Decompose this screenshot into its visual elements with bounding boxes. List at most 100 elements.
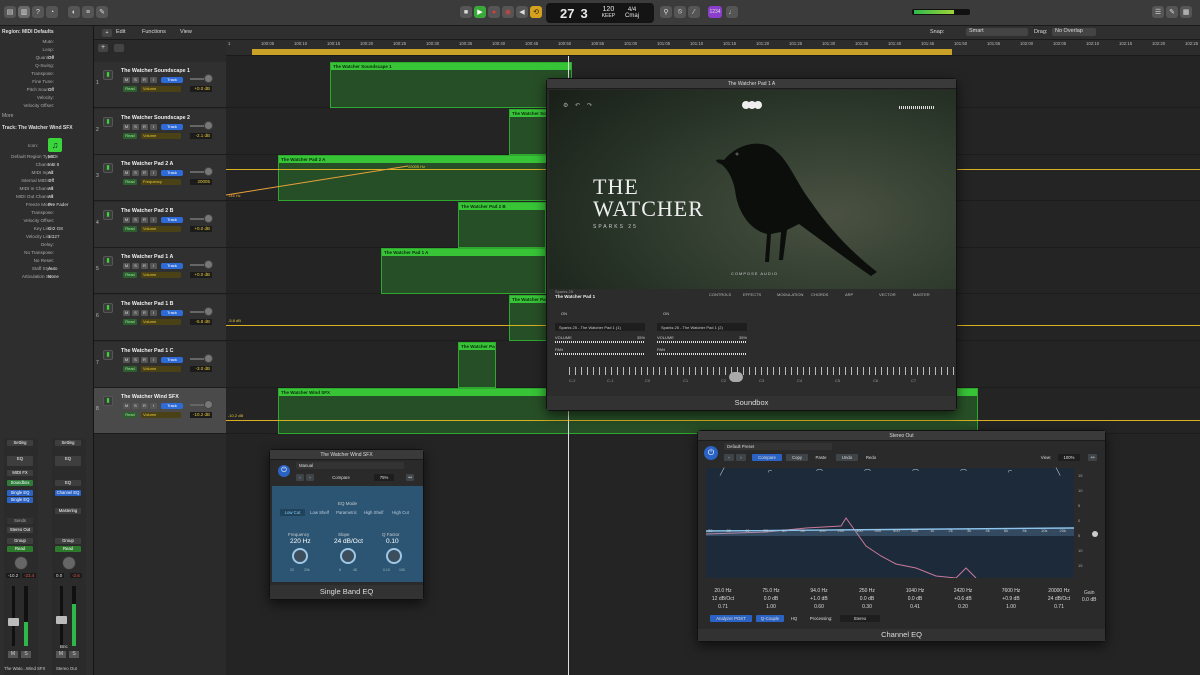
band-gain[interactable]: +0.6 dB	[948, 596, 978, 602]
cycle-range[interactable]	[252, 49, 952, 55]
band-gain[interactable]: 0.0 dB	[852, 596, 882, 602]
capture-record-button[interactable]: ◉	[502, 6, 514, 18]
automation-parameter[interactable]: Frequency	[141, 179, 181, 186]
track-param-row[interactable]: MIDI Out Channel: All	[0, 194, 92, 201]
mixer-icon[interactable]: ≡	[82, 6, 94, 18]
analyzer-button[interactable]: Analyzer POST	[710, 615, 752, 622]
more-toggle[interactable]: More	[2, 113, 13, 119]
audio-fx-slot-2[interactable]: Single EQ	[7, 497, 33, 503]
param-value[interactable]: MIDI	[48, 154, 58, 159]
track-s-button[interactable]: S	[132, 216, 139, 223]
output-slot[interactable]: Stereo Out	[7, 527, 33, 533]
band-gain[interactable]: 0.0 dB	[900, 596, 930, 602]
window-title[interactable]: Stereo Out	[698, 431, 1105, 441]
record-button[interactable]: ●	[488, 6, 500, 18]
window-title[interactable]: The Watcher Wind SFX	[270, 450, 423, 460]
midi-region[interactable]: The Watcher Pad 1 A	[381, 248, 546, 295]
eq-mode-low-cut[interactable]: Low Cut	[280, 509, 305, 516]
settings-icon[interactable]: ⚙	[563, 102, 568, 109]
layer-a-on[interactable]: ON	[561, 311, 567, 316]
layer-a-volume-slider[interactable]	[555, 341, 645, 343]
pan-knob[interactable]	[204, 213, 213, 223]
q-couple-button[interactable]: Q-Couple	[756, 615, 784, 622]
track-button[interactable]: Track	[161, 77, 183, 83]
audio-fx-slot-1[interactable]: Channel EQ	[55, 490, 81, 496]
band-gain[interactable]: 12 dB/Oct	[708, 596, 738, 602]
track-r-button[interactable]: R	[141, 310, 148, 316]
keyboard-range[interactable]	[569, 367, 954, 375]
frequency-value[interactable]: 220 Hz	[290, 538, 311, 545]
track-param-row[interactable]: Transpose:	[0, 210, 92, 217]
pan-knob[interactable]	[14, 556, 28, 570]
band-frequency[interactable]: 20000 Hz	[1044, 588, 1074, 594]
frequency-knob[interactable]	[292, 548, 308, 564]
band-frequency[interactable]: 1040 Hz	[900, 588, 930, 594]
eq-thumbnail[interactable]: EQ	[55, 456, 81, 466]
q-factor-knob[interactable]	[386, 548, 402, 564]
band-gain[interactable]: +0.9 dB	[996, 596, 1026, 602]
track-param-row[interactable]: Staff Style: Auto	[0, 266, 92, 273]
automation-read[interactable]: Read	[7, 546, 33, 552]
automation-parameter[interactable]: Volume	[141, 225, 181, 232]
track-s-button[interactable]: S	[132, 77, 139, 83]
band-q[interactable]: 0.20	[948, 604, 978, 610]
track-m-button[interactable]: M	[123, 216, 130, 223]
band-1-toggle-icon[interactable]: ╱	[720, 468, 724, 476]
param-value[interactable]: 1 127	[48, 234, 60, 239]
previous-preset-icon[interactable]: ‹	[724, 454, 734, 461]
track-i-button[interactable]: I	[150, 170, 157, 177]
setting-button[interactable]: Setting	[55, 440, 81, 446]
previous-preset-icon[interactable]: ‹	[296, 474, 304, 481]
band-q[interactable]: 0.41	[900, 604, 930, 610]
track-button[interactable]: Track	[161, 310, 183, 316]
automation-parameter[interactable]: Volume	[141, 412, 181, 419]
quick-help-icon[interactable]: ?	[32, 6, 44, 18]
band-q[interactable]: 0.30	[852, 604, 882, 610]
track-name[interactable]: The Watcher Pad 1 C	[121, 348, 174, 354]
track-m-button[interactable]: M	[123, 77, 130, 83]
region-param-row[interactable]: Velocity:	[0, 95, 92, 102]
hq-button[interactable]: HQ	[788, 615, 800, 622]
midi-fx-slot[interactable]: MIDI FX	[7, 470, 33, 476]
track-header[interactable]: 6 ▮ The Watcher Pad 1 B M S R I Track Read Volume…	[94, 295, 226, 341]
track-m-button[interactable]: M	[123, 123, 130, 130]
automation-value[interactable]: +0.0 dB	[190, 272, 212, 279]
track-s-button[interactable]: S	[132, 403, 139, 410]
power-icon[interactable]: ⏻	[704, 446, 718, 460]
next-preset-icon[interactable]: ›	[736, 454, 746, 461]
band-frequency[interactable]: 2420 Hz	[948, 588, 978, 594]
track-m-button[interactable]: M	[123, 356, 130, 363]
audio-fx-slot-1[interactable]: Single EQ	[7, 490, 33, 496]
track-s-button[interactable]: S	[132, 356, 139, 363]
band-gain[interactable]: +1.0 dB	[804, 596, 834, 602]
track-param-row[interactable]: MIDI Input: All	[0, 170, 92, 177]
group-slot[interactable]: Group	[7, 538, 33, 544]
region-param-row[interactable]: Pitch Source: Off	[0, 87, 92, 94]
stop-icon[interactable]: ■	[460, 6, 472, 18]
band-6-toggle-icon[interactable]: ⌒	[960, 468, 967, 478]
track-i-button[interactable]: I	[150, 263, 157, 270]
track-name[interactable]: The Watcher Soundscape 2	[121, 115, 190, 121]
track-r-button[interactable]: R	[141, 123, 148, 130]
slope-knob[interactable]	[340, 548, 356, 564]
track-param-row[interactable]: No Reset:	[0, 258, 92, 265]
volume-fader[interactable]	[56, 616, 67, 624]
track-header[interactable]: 1 ▮ The Watcher Soundscape 1 M S R I Track Read V…	[94, 62, 226, 108]
track-name[interactable]: The Watcher Pad 1 A	[121, 254, 173, 260]
band-q[interactable]: 0.60	[804, 604, 834, 610]
track-param-row[interactable]: Articulation Set: None	[0, 274, 92, 281]
toolbar-icon[interactable]: ◔	[46, 6, 58, 18]
track-i-button[interactable]: I	[150, 123, 157, 130]
track-i-button[interactable]: I	[150, 310, 157, 316]
processing-select[interactable]: Stereo	[840, 615, 880, 622]
track-param-row[interactable]: Delay:	[0, 242, 92, 249]
drag-select[interactable]: No Overlap	[1052, 28, 1096, 36]
badge-1234[interactable]: 1234	[708, 6, 722, 18]
automation-line[interactable]	[226, 420, 1200, 421]
eq-curve-display[interactable]: 20 30 40 50 60 80 100 200 300 400 500 800 1k 2k 3k 4k 6k…	[706, 468, 1074, 578]
track-name[interactable]: The Watcher Pad 2 A	[121, 161, 173, 167]
band-8-toggle-icon[interactable]: ╲	[1056, 468, 1060, 476]
metronome-icon[interactable]: ♩	[726, 6, 738, 18]
range-handle[interactable]	[729, 372, 743, 382]
param-value[interactable]: Inst 8	[48, 162, 59, 167]
